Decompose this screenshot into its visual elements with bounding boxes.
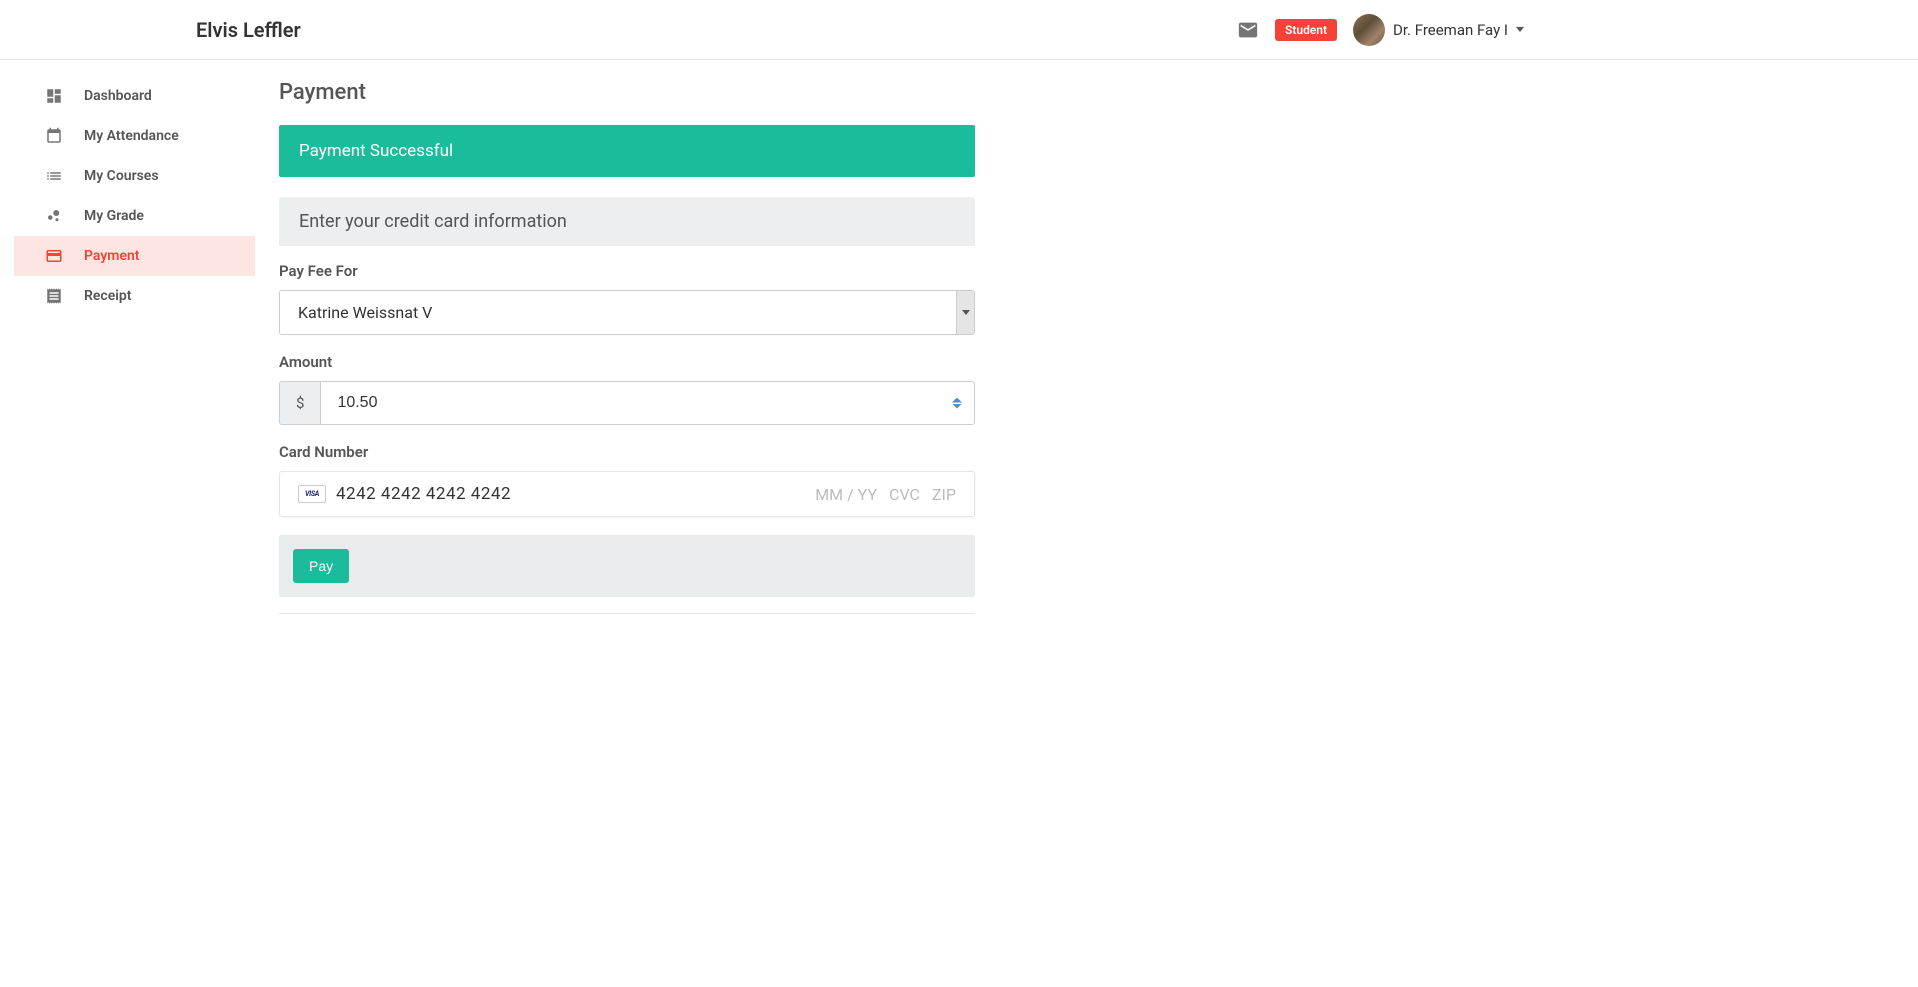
pay-button[interactable]: Pay bbox=[293, 549, 349, 583]
mail-icon[interactable] bbox=[1237, 19, 1259, 41]
bubble-chart-icon bbox=[44, 206, 64, 226]
user-menu[interactable]: Dr. Freeman Fay I bbox=[1353, 14, 1524, 46]
amount-input[interactable] bbox=[321, 382, 952, 424]
header: Elvis Leffler Student Dr. Freeman Fay I bbox=[0, 0, 1918, 60]
amount-group: Amount $ bbox=[279, 353, 975, 425]
stepper-up-icon bbox=[952, 398, 962, 403]
success-banner: Payment Successful bbox=[279, 125, 975, 177]
sidebar-item-label: My Attendance bbox=[84, 128, 179, 144]
app-title: Elvis Leffler bbox=[196, 18, 301, 42]
zip-placeholder: ZIP bbox=[932, 485, 956, 504]
sidebar-item-courses[interactable]: My Courses bbox=[14, 156, 255, 196]
card-number-value: 4242 4242 4242 4242 bbox=[336, 484, 805, 504]
divider bbox=[279, 613, 975, 614]
main-content: Payment Payment Successful Enter your cr… bbox=[255, 60, 999, 634]
visa-icon: VISA bbox=[298, 485, 326, 503]
layout: Dashboard My Attendance My Courses My Gr… bbox=[0, 60, 1918, 634]
page-title: Payment bbox=[279, 80, 975, 105]
role-badge: Student bbox=[1275, 19, 1337, 41]
form-footer: Pay bbox=[279, 535, 975, 597]
currency-symbol: $ bbox=[280, 382, 321, 424]
sidebar-item-label: My Courses bbox=[84, 168, 159, 184]
stepper-down-icon bbox=[952, 404, 962, 409]
select-dropdown-button[interactable] bbox=[956, 291, 974, 334]
pay-fee-for-value: Katrine Weissnat V bbox=[280, 291, 956, 334]
sidebar-item-grade[interactable]: My Grade bbox=[14, 196, 255, 236]
pay-fee-for-select[interactable]: Katrine Weissnat V bbox=[279, 290, 975, 335]
sidebar-item-label: My Grade bbox=[84, 208, 144, 224]
payment-form: Pay Fee For Katrine Weissnat V Amount $ bbox=[279, 246, 975, 614]
user-name: Dr. Freeman Fay I bbox=[1393, 21, 1508, 39]
card-input[interactable]: VISA 4242 4242 4242 4242 MM / YY CVC ZIP bbox=[279, 471, 975, 517]
sidebar-item-attendance[interactable]: My Attendance bbox=[14, 116, 255, 156]
sidebar-item-label: Dashboard bbox=[84, 88, 152, 104]
sidebar-item-label: Payment bbox=[84, 248, 140, 264]
card-number-group: Card Number VISA 4242 4242 4242 4242 MM … bbox=[279, 443, 975, 517]
header-right: Student Dr. Freeman Fay I bbox=[1237, 14, 1894, 46]
amount-stepper[interactable] bbox=[952, 382, 974, 424]
header-left: Elvis Leffler bbox=[24, 18, 301, 42]
expiry-placeholder: MM / YY bbox=[815, 485, 877, 504]
receipt-icon bbox=[44, 286, 64, 306]
form-section-title: Enter your credit card information bbox=[279, 197, 975, 246]
list-icon bbox=[44, 166, 64, 186]
sidebar: Dashboard My Attendance My Courses My Gr… bbox=[0, 60, 255, 634]
card-extra-placeholders: MM / YY CVC ZIP bbox=[815, 485, 956, 504]
amount-input-group: $ bbox=[279, 381, 975, 425]
card-number-label: Card Number bbox=[279, 443, 975, 461]
sidebar-item-payment[interactable]: Payment bbox=[14, 236, 255, 276]
pay-fee-for-group: Pay Fee For Katrine Weissnat V bbox=[279, 262, 975, 335]
dashboard-icon bbox=[44, 86, 64, 106]
amount-label: Amount bbox=[279, 353, 975, 371]
calendar-icon bbox=[44, 126, 64, 146]
avatar bbox=[1353, 14, 1385, 46]
cvc-placeholder: CVC bbox=[889, 485, 920, 504]
sidebar-item-receipt[interactable]: Receipt bbox=[14, 276, 255, 316]
chevron-down-icon bbox=[1516, 27, 1524, 32]
credit-card-icon bbox=[44, 246, 64, 266]
sidebar-item-dashboard[interactable]: Dashboard bbox=[14, 76, 255, 116]
sidebar-item-label: Receipt bbox=[84, 288, 131, 304]
pay-fee-for-label: Pay Fee For bbox=[279, 262, 975, 280]
chevron-down-icon bbox=[962, 310, 970, 315]
